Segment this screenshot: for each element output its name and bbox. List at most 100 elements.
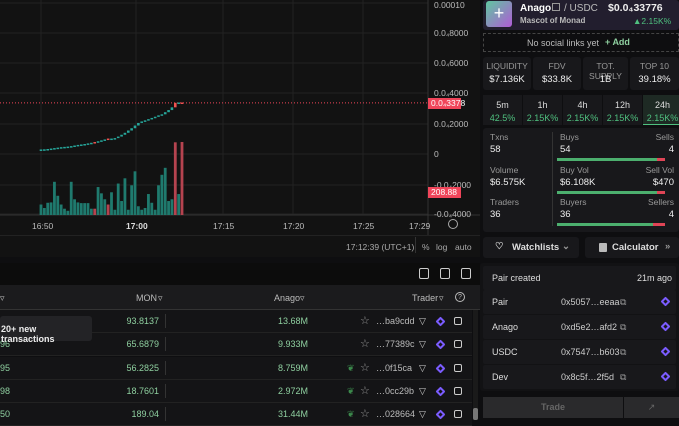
chart-canvas[interactable] <box>0 0 480 235</box>
cell-trader[interactable]: …ba9cdd <box>376 316 415 326</box>
explorer-icon[interactable] <box>661 297 671 307</box>
explorer-icon[interactable] <box>661 347 671 357</box>
split-view-icon[interactable] <box>440 268 450 279</box>
wallet-icon[interactable] <box>454 364 462 372</box>
wallet-icon[interactable] <box>454 317 462 325</box>
timeframe-tab-12h[interactable]: 12h2.15K% <box>603 95 642 125</box>
stat-value: 39.18% <box>630 74 679 85</box>
wallet-icon[interactable] <box>454 340 462 348</box>
collapse-icon[interactable] <box>419 268 429 279</box>
candle <box>97 141 100 143</box>
auto-toggle[interactable]: auto <box>455 242 472 252</box>
table-row[interactable]: 9818.76012.972M❦☆…0cc29b▽ <box>0 380 472 403</box>
filter-icon[interactable]: ▽ <box>419 339 426 350</box>
sellers-value: 4 <box>669 209 674 220</box>
timeframe-change: 42.5% <box>483 113 522 123</box>
candle <box>40 149 43 151</box>
filter-icon[interactable]: ▿ <box>300 293 305 304</box>
candle <box>110 139 113 141</box>
copy-icon[interactable]: ⧉ <box>620 322 626 333</box>
candle <box>124 133 127 135</box>
timeframe-change: 2.15K% <box>643 113 679 123</box>
table-row[interactable]: 50189.0431.44M❦☆…028664▽ <box>0 403 472 426</box>
stat-value: $33.8K <box>533 74 581 85</box>
header-anago[interactable]: Anago <box>274 293 300 303</box>
cell-trader[interactable]: …0cc29b <box>376 386 414 396</box>
log-toggle[interactable]: log <box>436 242 447 252</box>
info-row: Pair0x5057…eeaa⧉ <box>483 290 676 314</box>
candle <box>150 118 153 120</box>
candle <box>114 138 117 140</box>
new-transactions-toast[interactable]: 20+ new transactions <box>0 316 92 341</box>
copy-icon[interactable]: ⧉ <box>620 372 626 383</box>
candle <box>67 147 70 149</box>
star-icon[interactable]: ☆ <box>360 314 370 327</box>
filter-icon[interactable]: ▿ <box>158 293 163 304</box>
timeframe-tab-4h[interactable]: 4h2.15K% <box>563 95 602 125</box>
explorer-icon[interactable] <box>661 372 671 382</box>
timeframe-label: 24h <box>643 100 679 110</box>
calculator-button[interactable]: Calculator » <box>585 237 679 258</box>
percent-toggle[interactable]: % <box>422 242 430 252</box>
price-chart[interactable]: 0.00010 0.0₄8000 0.0₄6000 0.0₄4000 0.0₄2… <box>0 0 480 235</box>
filter-icon[interactable]: ▿ <box>439 293 444 304</box>
label: Sell Vol <box>646 165 674 175</box>
explorer-icon[interactable] <box>661 322 671 332</box>
expand-icon[interactable] <box>461 268 471 279</box>
external-link-icon[interactable]: ↗ <box>624 397 679 418</box>
filter-icon[interactable]: ▽ <box>419 409 426 420</box>
txns-value: 58 <box>490 144 501 155</box>
table-row[interactable]: 9556.28258.759M❦☆…0f15ca▽ <box>0 357 472 380</box>
timeframe-tab-24h[interactable]: 24h 2.15K% <box>643 95 679 125</box>
copy-icon[interactable]: ⧉ <box>620 297 626 308</box>
price-label: 0.00010 <box>434 0 465 10</box>
filter-icon[interactable]: ▽ <box>419 316 426 327</box>
cell-price: 50 <box>0 409 10 419</box>
star-icon[interactable]: ☆ <box>360 361 370 374</box>
trade-button[interactable]: Trade <box>483 397 623 418</box>
candle <box>177 102 180 104</box>
header-trader[interactable]: Trader <box>412 293 438 303</box>
cell-anago: 2.972M <box>278 386 308 396</box>
wallet-icon[interactable] <box>454 410 462 418</box>
explorer-icon[interactable] <box>436 317 446 327</box>
candle <box>73 146 76 148</box>
price-label: 0.0₄2000 <box>434 119 468 129</box>
volume-bar <box>87 203 90 215</box>
settings-icon[interactable] <box>448 219 458 229</box>
filter-icon[interactable]: ▿ <box>0 293 5 304</box>
help-icon[interactable]: ? <box>455 292 465 302</box>
explorer-icon[interactable] <box>436 340 446 350</box>
header-mon[interactable]: MON <box>136 293 157 303</box>
info-row: Dev0x8c5f…2f5d⧉ <box>483 365 676 389</box>
volume-bar <box>117 184 120 215</box>
timeframe-change: 2.15K% <box>523 113 562 123</box>
timeframe-tab-1h[interactable]: 1h2.15K% <box>523 95 562 125</box>
watchlists-button[interactable]: ♡ Watchlists ⌄ <box>483 237 579 258</box>
explorer-icon[interactable] <box>436 363 446 373</box>
copy-icon[interactable] <box>552 3 560 11</box>
explorer-icon[interactable] <box>436 386 446 396</box>
scrollbar[interactable] <box>473 310 478 420</box>
candle <box>117 137 120 139</box>
star-icon[interactable]: ☆ <box>360 407 370 420</box>
cell-trader[interactable]: …028664 <box>376 409 415 419</box>
filter-icon[interactable]: ▽ <box>419 363 426 374</box>
star-icon[interactable]: ☆ <box>360 337 370 350</box>
filter-icon[interactable]: ▽ <box>419 386 426 397</box>
cell-trader[interactable]: …77389c <box>376 339 415 349</box>
star-icon[interactable]: ☆ <box>360 384 370 397</box>
social-links: No social links yet + Add <box>483 33 679 52</box>
explorer-icon[interactable] <box>436 410 446 420</box>
label: Traders <box>490 197 519 207</box>
add-social-button[interactable]: + Add <box>605 37 630 47</box>
pair-info: Pair created21m ago Pair0x5057…eeaa⧉Anag… <box>480 263 679 391</box>
timeframe-tab-5m[interactable]: 5m42.5% <box>483 95 522 125</box>
cell-price: 98 <box>0 386 10 396</box>
volume-bar <box>150 203 153 215</box>
clock: 17:12:39 (UTC+1) <box>346 242 414 252</box>
wallet-icon[interactable] <box>454 387 462 395</box>
volume-bar <box>164 168 167 215</box>
copy-icon[interactable]: ⧉ <box>620 347 626 358</box>
cell-trader[interactable]: …0f15ca <box>376 363 412 373</box>
